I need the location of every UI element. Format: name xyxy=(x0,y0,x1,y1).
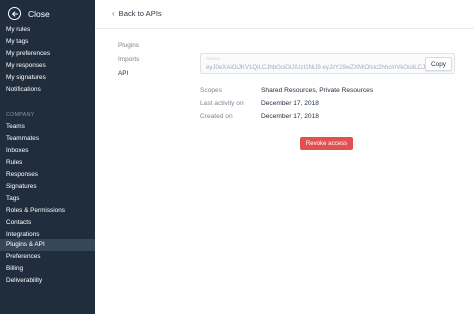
subnav-item-plugins[interactable]: Plugins xyxy=(118,42,139,49)
subnav-item-imports[interactable]: Imports xyxy=(118,56,139,63)
sidebar-item-my-signatures[interactable]: My signatures xyxy=(0,72,95,84)
revoke-access-button[interactable]: Revoke access xyxy=(300,137,353,150)
sidebar-item-teammates[interactable]: Teammates xyxy=(0,133,95,145)
arrow-left-circle-icon xyxy=(8,7,21,20)
sidebar-item-preferences[interactable]: Preferences xyxy=(0,251,95,263)
sidebar-item-my-preferences[interactable]: My preferences xyxy=(0,48,95,60)
sidebar-item-inboxes[interactable]: Inboxes xyxy=(0,145,95,157)
sidebar-item-notifications[interactable]: Notifications xyxy=(0,84,95,96)
sidebar-item-billing[interactable]: Billing xyxy=(0,263,95,275)
last-activity-label: Last activity on xyxy=(200,100,244,107)
sidebar: Close My rules My tags My preferences My… xyxy=(0,0,95,314)
sidebar-item-signatures[interactable]: Signatures xyxy=(0,181,95,193)
token-caption: TOKEN xyxy=(206,57,220,61)
api-token-field[interactable]: TOKEN eyJ0eXAiOiJKV1QiLCJhbGciOiJIUzI1Ni… xyxy=(200,53,455,74)
last-activity-value: December 17, 2018 xyxy=(261,100,319,107)
close-label: Close xyxy=(28,8,50,19)
sidebar-item-tags[interactable]: Tags xyxy=(0,193,95,205)
sidebar-item-contacts[interactable]: Contacts xyxy=(0,217,95,229)
section-label-company: COMPANY xyxy=(6,112,35,118)
scopes-value: Shared Resources, Private Resources xyxy=(261,87,374,94)
chevron-left-icon: ‹ xyxy=(112,9,115,18)
sidebar-item-my-rules[interactable]: My rules xyxy=(0,24,95,36)
back-to-apis-link[interactable]: ‹ Back to APIs xyxy=(112,9,162,19)
main-header: ‹ Back to APIs xyxy=(95,0,474,29)
sidebar-item-roles-permissions[interactable]: Roles & Permissions xyxy=(0,205,95,217)
created-on-label: Created on xyxy=(200,113,233,120)
scopes-label: Scopes xyxy=(200,87,222,94)
sidebar-item-rules[interactable]: Rules xyxy=(0,157,95,169)
copy-button[interactable]: Copy xyxy=(425,57,452,71)
sidebar-item-responses[interactable]: Responses xyxy=(0,169,95,181)
close-button[interactable]: Close xyxy=(8,7,50,20)
back-label: Back to APIs xyxy=(118,9,162,18)
sidebar-item-plugins-api[interactable]: Plugins & API xyxy=(0,239,95,251)
sidebar-item-my-tags[interactable]: My tags xyxy=(0,36,95,48)
sidebar-item-deliverability[interactable]: Deliverability xyxy=(0,275,95,287)
subnav-item-api[interactable]: API xyxy=(118,70,128,77)
sidebar-item-teams[interactable]: Teams xyxy=(0,121,95,133)
sidebar-item-my-responses[interactable]: My responses xyxy=(0,60,95,72)
token-value[interactable]: eyJ0eXAiOiJKV1QiLCJhbGciOiJIUzI1NiJ9.eyJ… xyxy=(206,64,428,71)
created-on-value: December 17, 2018 xyxy=(261,113,319,120)
